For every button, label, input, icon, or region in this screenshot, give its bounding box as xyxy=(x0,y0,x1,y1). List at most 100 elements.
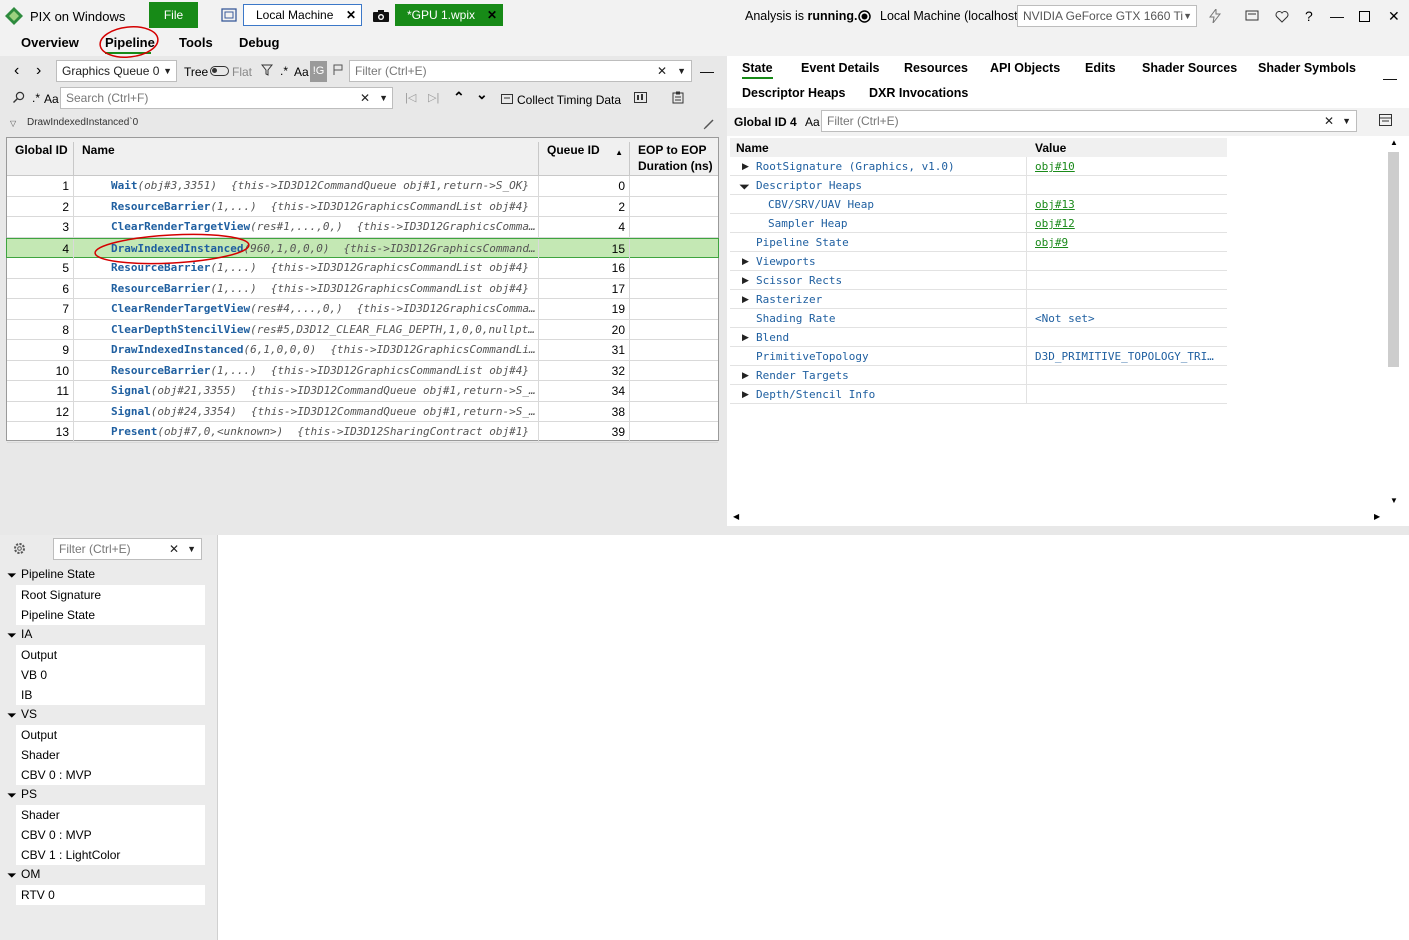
feedback-icon[interactable] xyxy=(1245,0,1259,32)
tree-item[interactable]: Output xyxy=(16,725,205,745)
chevron-down-icon[interactable]: ▼ xyxy=(677,66,686,76)
table-row[interactable]: 7 ClearRenderTargetView(res#4,...,0,) {thi… xyxy=(7,299,718,320)
tab-local-machine[interactable]: Local Machine ✕ xyxy=(243,4,362,26)
tree-section[interactable]: ◢ OM xyxy=(7,867,41,884)
collapse-arrow-icon[interactable]: ◢ xyxy=(7,568,23,584)
table-row[interactable]: 9 DrawIndexedInstanced(6,1,0,0,0) {this->I… xyxy=(7,340,718,361)
clipboard-icon[interactable] xyxy=(672,91,684,107)
state-value[interactable]: obj#10 xyxy=(1035,157,1225,176)
scroll-down-icon[interactable]: ▼ xyxy=(1390,496,1398,505)
table-row[interactable]: 2 ResourceBarrier(1,...) {this->ID3D12Grap… xyxy=(7,196,718,217)
collapse-panel-icon[interactable]: — xyxy=(1383,70,1397,86)
back-arrow-icon[interactable]: ‹ xyxy=(14,62,19,80)
search-regex-toggle[interactable]: .* xyxy=(32,91,40,105)
tree-item[interactable]: CBV 0 : MVP xyxy=(16,825,205,845)
state-row[interactable]: ▶ Viewports xyxy=(730,252,1227,271)
close-icon[interactable]: ✕ xyxy=(346,8,356,22)
file-menu-button[interactable]: File xyxy=(149,2,198,28)
flag-icon[interactable] xyxy=(332,64,344,79)
col-eop-duration[interactable]: EOP to EOP Duration (ns) xyxy=(630,142,718,176)
table-row[interactable]: 6 ResourceBarrier(1,...) {this->ID3D12Grap… xyxy=(7,278,718,299)
regex-toggle[interactable]: .* xyxy=(280,64,288,78)
clear-icon[interactable]: ✕ xyxy=(169,542,179,556)
pipeline-filter-input[interactable]: Filter (Ctrl+E) ✕ ▼ xyxy=(53,538,202,560)
table-row[interactable]: 10 ResourceBarrier(1,...) {this->ID3D12Gra… xyxy=(7,360,718,381)
minimize-icon[interactable]: — xyxy=(1330,0,1344,32)
help-icon[interactable]: ? xyxy=(1305,0,1313,32)
search-case-toggle[interactable]: Aa xyxy=(44,92,59,106)
table-row[interactable]: 3 ClearRenderTargetView(res#1,...,0,) {thi… xyxy=(7,217,718,238)
collapse-arrow-icon[interactable]: ◢ xyxy=(7,628,23,644)
tab-api-objects[interactable]: API Objects xyxy=(990,61,1060,75)
clear-icon[interactable]: ✕ xyxy=(1324,114,1334,128)
scroll-up-icon[interactable]: ▲ xyxy=(1390,138,1398,147)
collapse-arrow-icon[interactable]: ◢ xyxy=(7,708,23,724)
tree-item[interactable]: CBV 0 : MVP xyxy=(16,765,205,785)
state-row[interactable]: PrimitiveTopology D3D_PRIMITIVE_TOPOLOGY_… xyxy=(730,347,1227,366)
state-row[interactable]: Pipeline State obj#9 xyxy=(730,233,1227,252)
tree-item[interactable]: VB 0 xyxy=(16,665,205,685)
state-row[interactable]: CBV/SRV/UAV Heap obj#13 xyxy=(730,195,1227,214)
state-value[interactable]: obj#13 xyxy=(1035,195,1225,214)
ignore-toggle[interactable]: !G xyxy=(310,61,327,82)
tree-section[interactable]: ◢ VS xyxy=(7,707,37,724)
tab-resources[interactable]: Resources xyxy=(904,61,968,75)
tree-item[interactable]: Root Signature xyxy=(16,585,205,605)
state-vertical-scrollbar[interactable]: ▲ ▼ xyxy=(1387,138,1401,510)
tab-state[interactable]: State xyxy=(742,61,773,75)
state-row[interactable]: Sampler Heap obj#12 xyxy=(730,214,1227,233)
tree-item[interactable]: Shader xyxy=(16,745,205,765)
breadcrumb-collapse-icon[interactable]: ▽ xyxy=(10,119,16,128)
tab-dxr-invocations[interactable]: DXR Invocations xyxy=(869,86,968,100)
table-row[interactable]: 11 Signal(obj#21,3355) {this->ID3D12Comman… xyxy=(7,381,718,402)
tab-shader-sources[interactable]: Shader Sources xyxy=(1142,61,1237,75)
settings-gear-icon[interactable] xyxy=(12,541,27,559)
clear-icon[interactable]: ✕ xyxy=(657,64,667,78)
clear-icon[interactable]: ✕ xyxy=(360,91,370,105)
state-row[interactable]: ▶ Depth/Stencil Info xyxy=(730,385,1227,404)
capture-icon[interactable] xyxy=(221,0,239,32)
tab-edits[interactable]: Edits xyxy=(1085,61,1116,75)
edit-pencil-icon[interactable] xyxy=(703,118,715,133)
gpu-select[interactable]: NVIDIA GeForce GTX 1660 Ti ▼ xyxy=(1017,5,1197,27)
close-icon[interactable]: ✕ xyxy=(487,8,497,22)
tree-section[interactable]: ◢ Pipeline State xyxy=(7,567,95,584)
state-case-toggle[interactable]: Aa xyxy=(805,115,820,129)
tree-item[interactable]: Shader xyxy=(16,805,205,825)
tab-gpu-capture[interactable]: *GPU 1.wpix ✕ xyxy=(395,4,503,26)
state-value[interactable]: obj#9 xyxy=(1035,233,1225,252)
collapse-arrow-icon[interactable]: ◢ xyxy=(7,788,23,804)
scroll-thumb[interactable] xyxy=(1388,152,1399,367)
close-window-icon[interactable]: ✕ xyxy=(1388,0,1400,32)
tree-item[interactable]: RTV 0 xyxy=(16,885,205,905)
next-match-icon[interactable]: ⌄ xyxy=(476,86,488,103)
camera-icon[interactable] xyxy=(372,0,390,32)
state-row[interactable]: Shading Rate <Not set> xyxy=(730,309,1227,328)
first-result-icon[interactable]: |◁ xyxy=(405,91,416,104)
timeline-icon[interactable] xyxy=(634,92,647,106)
lightning-icon[interactable] xyxy=(1209,0,1221,32)
state-filter-input[interactable]: Filter (Ctrl+E) ✕ ▼ xyxy=(821,110,1357,132)
collapse-arrow-icon[interactable]: ◢ xyxy=(7,868,23,884)
col-global-id[interactable]: Global ID xyxy=(7,142,74,176)
maximize-icon[interactable] xyxy=(1359,0,1370,32)
state-row[interactable]: ▶ Render Targets xyxy=(730,366,1227,385)
state-row[interactable]: ▶ Scissor Rects xyxy=(730,271,1227,290)
tree-item[interactable]: IB xyxy=(16,685,205,705)
col-queue-id[interactable]: Queue ID ▲ xyxy=(539,142,630,176)
forward-arrow-icon[interactable]: › xyxy=(36,62,41,80)
state-value[interactable]: obj#12 xyxy=(1035,214,1225,233)
state-row[interactable]: ▶ Blend xyxy=(730,328,1227,347)
collapse-panel-icon[interactable]: — xyxy=(700,63,714,79)
tree-item[interactable]: Output xyxy=(16,645,205,665)
tree-section[interactable]: ◢ IA xyxy=(7,627,33,644)
chevron-down-icon[interactable]: ▼ xyxy=(379,93,388,103)
tab-shader-symbols[interactable]: Shader Symbols xyxy=(1258,61,1356,75)
previous-match-icon[interactable]: ⌃ xyxy=(453,89,465,106)
tab-event-details[interactable]: Event Details xyxy=(801,61,880,75)
chevron-down-icon[interactable]: ▼ xyxy=(187,544,196,554)
tab-tools[interactable]: Tools xyxy=(179,35,213,50)
tree-section[interactable]: ◢ PS xyxy=(7,787,37,804)
state-row[interactable]: ◢ Descriptor Heaps xyxy=(730,176,1227,195)
table-row[interactable]: 12 Signal(obj#24,3354) {this->ID3D12Comman… xyxy=(7,401,718,422)
